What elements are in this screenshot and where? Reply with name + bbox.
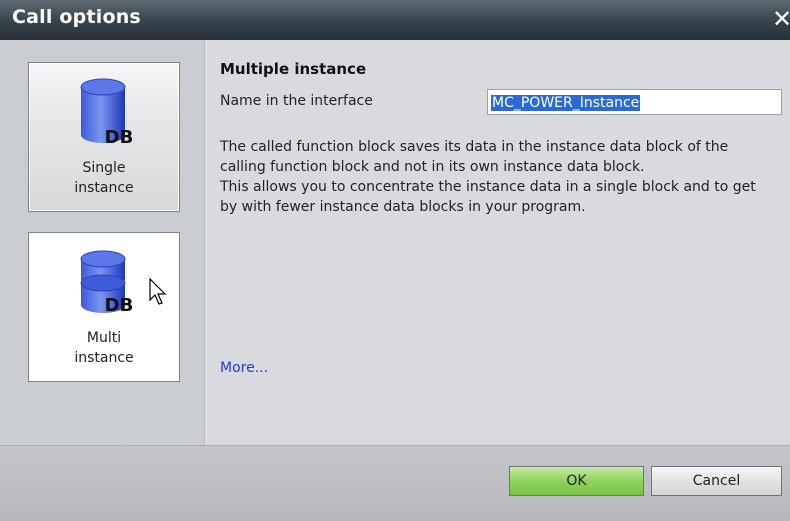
single-instance-label: Single instance [74, 160, 134, 196]
more-info-link[interactable]: More... [220, 360, 268, 376]
description-text: The called function block saves its data… [220, 137, 775, 217]
db-badge: DB [105, 295, 134, 316]
multi-instance-label: Multi instance [74, 330, 134, 366]
close-button[interactable]: ✕ [772, 4, 790, 34]
single-instance-option[interactable]: DB Single instance [28, 62, 180, 212]
dialog-title: Call options [12, 6, 141, 28]
mouse-pointer-icon [149, 278, 167, 305]
section-heading: Multiple instance [220, 60, 367, 78]
description-paragraph-1: The called function block saves its data… [220, 139, 729, 175]
database-stacked-icon: DB [80, 250, 134, 316]
ok-button[interactable]: OK [509, 466, 644, 496]
interface-name-value: MC_POWER_Instance [491, 95, 641, 111]
description-paragraph-2: This allows you to concentrate the insta… [220, 179, 756, 215]
cancel-button[interactable]: Cancel [651, 466, 782, 496]
interface-name-input[interactable]: MC_POWER_Instance [487, 89, 782, 115]
db-badge: DB [105, 127, 134, 148]
multi-instance-option[interactable]: DB Multi instance [28, 232, 180, 382]
call-options-dialog: Call options ✕ DB Single instance DB Mul… [0, 0, 790, 521]
interface-name-label: Name in the interface [220, 93, 373, 109]
title-bar: Call options ✕ [0, 0, 790, 40]
database-cylinder-icon: DB [80, 78, 134, 148]
